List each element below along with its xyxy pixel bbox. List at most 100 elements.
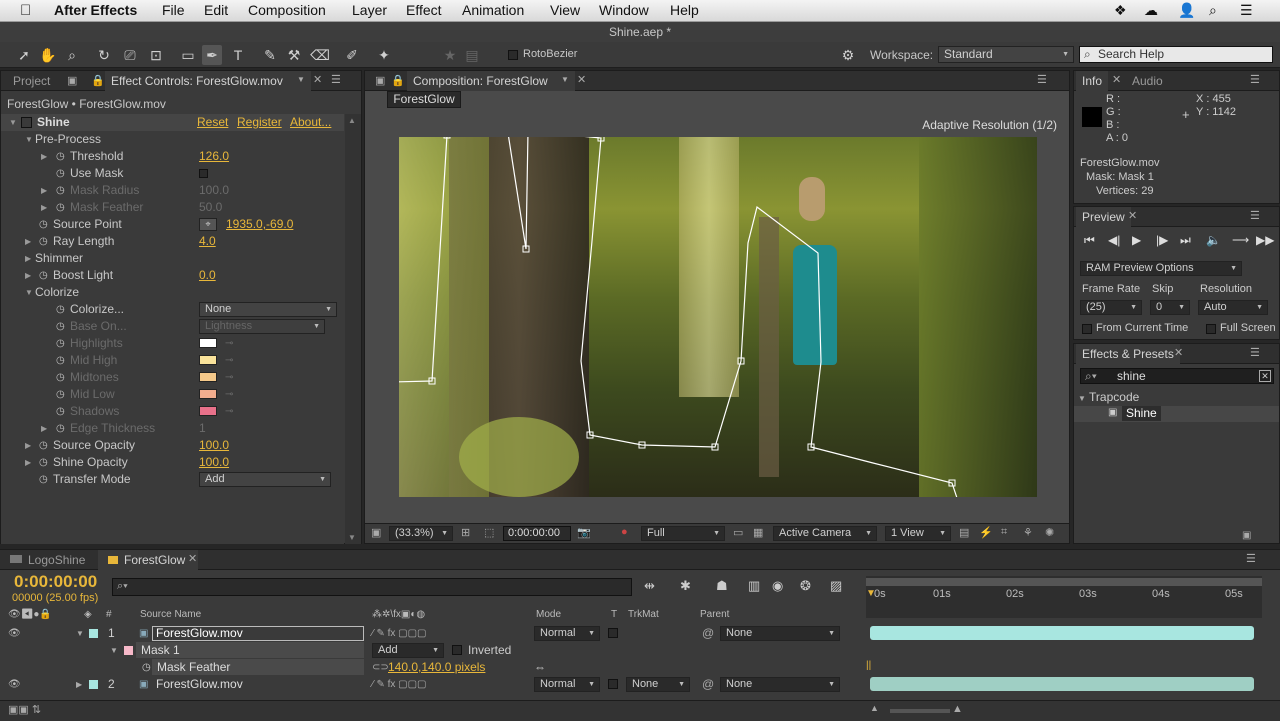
- play-icon[interactable]: ▶: [1132, 233, 1141, 247]
- midtones-color-swatch[interactable]: [199, 372, 217, 382]
- eye-icon[interactable]: 👁: [8, 676, 21, 693]
- workspace-select[interactable]: Standard: [938, 46, 1074, 63]
- stopwatch-icon[interactable]: ◷: [56, 148, 65, 165]
- stopwatch-icon[interactable]: ◷: [56, 301, 65, 318]
- composition-mini-flowchart-icon[interactable]: ⇹: [644, 578, 655, 594]
- menu-file[interactable]: File: [162, 2, 185, 18]
- pickwhip-icon[interactable]: @: [702, 676, 714, 693]
- label-color-swatch[interactable]: [89, 629, 98, 638]
- grid-guides-icon[interactable]: ⊞: [461, 526, 470, 539]
- notification-icon[interactable]: ☰: [1240, 2, 1253, 19]
- scrollbar[interactable]: ▲ ▼: [345, 114, 361, 544]
- label-color-swatch[interactable]: [89, 680, 98, 689]
- layer-switch-icons[interactable]: ⁄ ✎ fx ▢▢▢: [372, 676, 427, 693]
- skip-select[interactable]: 0: [1150, 300, 1190, 315]
- blend-mode-select[interactable]: Normal: [534, 626, 600, 641]
- zoom-tool-icon[interactable]: ⌕: [62, 45, 82, 65]
- rectangle-tool-icon[interactable]: ▭: [178, 45, 198, 65]
- composition-viewer[interactable]: [399, 137, 1037, 497]
- from-current-time-checkbox[interactable]: [1082, 324, 1092, 334]
- expand-arrow-icon[interactable]: ▶: [41, 148, 47, 165]
- mask-visibility-icon[interactable]: ⬚: [484, 526, 494, 539]
- last-frame-icon[interactable]: ⏭: [1180, 233, 1191, 248]
- trkmat-select[interactable]: None: [626, 677, 690, 692]
- sourceopacity-value[interactable]: 100.0: [199, 437, 229, 454]
- panel-menu-icon[interactable]: ☰: [331, 73, 341, 86]
- timeline-timecode[interactable]: 0:00:00:00: [14, 572, 97, 592]
- layer-switch-icons[interactable]: ⁄ ✎ fx ▢▢▢: [372, 625, 427, 642]
- lock-icon[interactable]: 🔒: [391, 74, 405, 87]
- always-preview-icon[interactable]: ▣: [371, 526, 381, 539]
- playhead-icon[interactable]: ▼: [866, 588, 876, 599]
- menu-layer[interactable]: Layer: [352, 2, 387, 18]
- tab-info[interactable]: Info: [1076, 71, 1109, 91]
- eye-icon[interactable]: 👁: [8, 625, 21, 642]
- tab-forestglow[interactable]: ForestGlow: [98, 550, 198, 570]
- eyedropper-icon[interactable]: ⊸: [225, 369, 233, 386]
- selection-tool-icon[interactable]: ➚: [14, 45, 34, 65]
- color-channel-icon[interactable]: ●: [621, 526, 628, 538]
- shy-layers-icon[interactable]: ☗: [716, 578, 728, 594]
- panel-menu-icon[interactable]: ☰: [1250, 209, 1260, 222]
- panel-menu-icon[interactable]: ☰: [1250, 346, 1260, 359]
- cloud-icon[interactable]: ☁: [1144, 2, 1158, 19]
- full-screen-checkbox[interactable]: [1206, 324, 1216, 334]
- chevron-down-icon[interactable]: ▼: [561, 75, 569, 84]
- expand-arrow-icon[interactable]: ▶: [25, 454, 31, 471]
- lock-icon[interactable]: ▣: [67, 74, 77, 87]
- frame-blending-icon[interactable]: ▥: [748, 578, 760, 594]
- puppet-tool-icon[interactable]: ✦: [374, 45, 394, 65]
- expand-arrow-icon[interactable]: ▼: [25, 284, 33, 301]
- usemask-checkbox[interactable]: [199, 169, 208, 178]
- midlow-color-swatch[interactable]: [199, 389, 217, 399]
- hand-tool-icon[interactable]: ✋: [38, 45, 58, 65]
- loop-icon[interactable]: ⟶: [1232, 233, 1249, 247]
- comp-timecode[interactable]: 0:00:00:00: [503, 526, 571, 541]
- toggle-panes-icon[interactable]: ▣▣ ⇅: [8, 703, 41, 716]
- layer-1-bar[interactable]: [870, 626, 1254, 640]
- boostlight-value[interactable]: 0.0: [199, 267, 216, 284]
- shineopacity-value[interactable]: 100.0: [199, 454, 229, 471]
- stopwatch-icon[interactable]: ◷: [39, 454, 48, 471]
- time-ruler[interactable]: 0s 01s 02s 03s 04s 05s ▼: [866, 576, 1262, 618]
- ram-preview-icon[interactable]: ▶▶: [1256, 233, 1274, 247]
- rotate-tool-icon[interactable]: ↻: [94, 45, 114, 65]
- threshold-value[interactable]: 126.0: [199, 148, 229, 165]
- ram-preview-options-select[interactable]: RAM Preview Options: [1080, 261, 1242, 276]
- parent-select[interactable]: None: [720, 677, 840, 692]
- comp-navigator-button[interactable]: ForestGlow: [387, 91, 461, 108]
- expand-arrow-icon[interactable]: ▼: [76, 625, 84, 642]
- expand-arrow-icon[interactable]: ▶: [25, 267, 31, 284]
- expand-arrow-icon[interactable]: ▶: [41, 199, 47, 216]
- stopwatch-icon[interactable]: ◷: [39, 267, 48, 284]
- next-frame-icon[interactable]: |▶: [1156, 233, 1168, 247]
- scroll-down-icon[interactable]: ▼: [348, 533, 356, 542]
- dropbox-icon[interactable]: ❖: [1114, 2, 1127, 19]
- highlights-color-swatch[interactable]: [199, 338, 217, 348]
- clear-search-icon[interactable]: ✕: [1259, 370, 1271, 382]
- eyedropper-icon[interactable]: ⊸: [225, 386, 233, 403]
- exposure-icon[interactable]: ✺: [1045, 526, 1054, 539]
- transparency-grid-icon[interactable]: ▦: [753, 526, 763, 539]
- brush-tool-icon[interactable]: ✎: [260, 45, 280, 65]
- camera-select[interactable]: Active Camera: [773, 526, 877, 541]
- apple-icon[interactable]: : [20, 2, 31, 19]
- stopwatch-icon[interactable]: ◷: [39, 216, 48, 233]
- tab-project[interactable]: Project: [7, 71, 56, 91]
- toggle-pixel-icon[interactable]: ▤: [959, 526, 969, 539]
- user-icon[interactable]: 👤: [1178, 2, 1195, 19]
- eyedropper-icon[interactable]: ⊸: [225, 335, 233, 352]
- app-menu[interactable]: After Effects: [54, 2, 137, 18]
- work-area-bar[interactable]: [866, 578, 1262, 586]
- first-frame-icon[interactable]: ⏮: [1084, 233, 1095, 248]
- panel-menu-icon[interactable]: ☰: [1246, 552, 1256, 565]
- magnification-select[interactable]: (33.3%): [389, 526, 453, 541]
- eyedropper-icon[interactable]: ⊸: [225, 403, 233, 420]
- fast-preview-icon[interactable]: ⚡: [979, 526, 993, 539]
- flowchart-icon[interactable]: ⚘: [1023, 526, 1033, 539]
- pan-behind-tool-icon[interactable]: ⊡: [146, 45, 166, 65]
- parent-select[interactable]: None: [720, 626, 840, 641]
- new-folder-icon[interactable]: ▣: [1242, 530, 1251, 541]
- register-link[interactable]: Register: [237, 114, 282, 131]
- brainstorm-icon[interactable]: ❂: [800, 578, 811, 594]
